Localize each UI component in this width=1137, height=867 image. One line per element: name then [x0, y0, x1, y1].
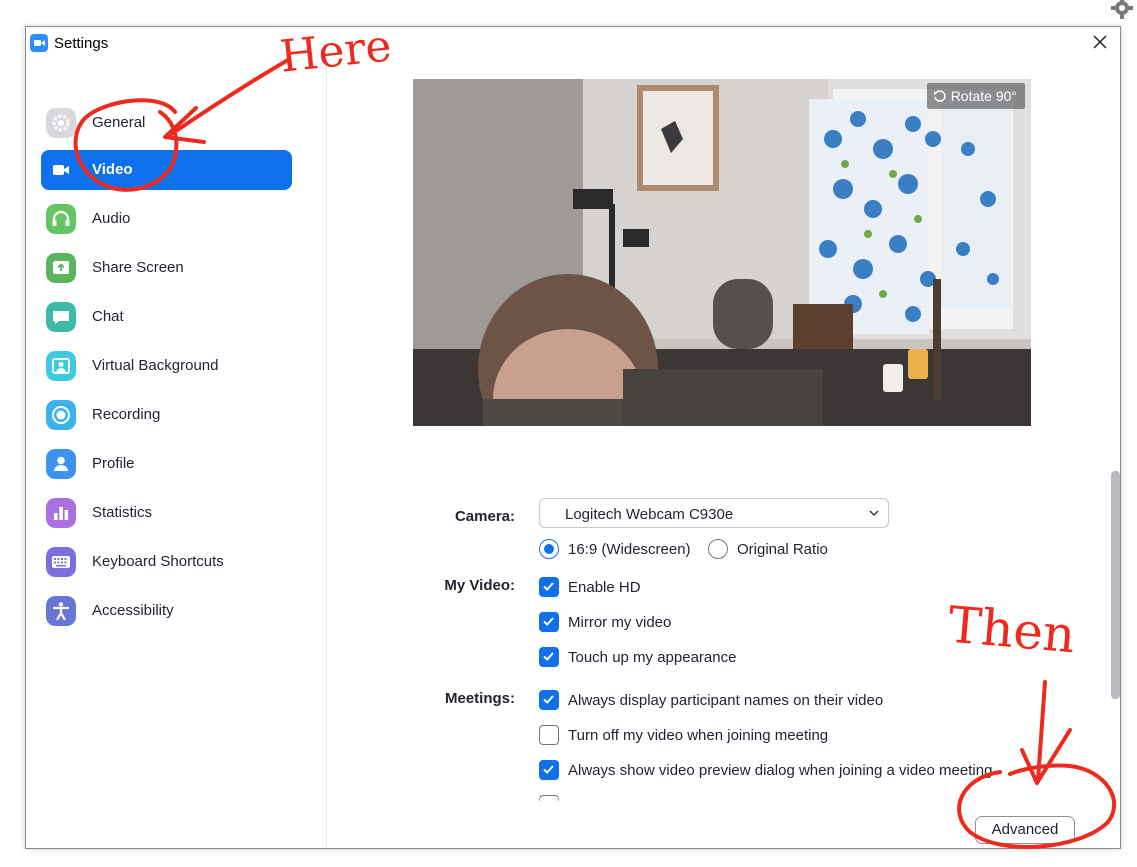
rotate-icon	[933, 90, 946, 102]
sidebar-item-chat[interactable]: Chat	[41, 297, 292, 337]
camera-preview-image	[413, 79, 1031, 426]
rotate-90-button[interactable]: Rotate 90°	[926, 83, 1025, 109]
ratio-widescreen-radio[interactable]	[539, 539, 559, 559]
scrollbar-thumb[interactable]	[1111, 471, 1120, 699]
checkmark-icon	[543, 695, 554, 704]
zoom-app-icon	[30, 34, 48, 52]
advanced-button[interactable]: Advanced	[975, 816, 1075, 844]
sidebar-item-label: Accessibility	[92, 602, 174, 619]
sidebar-item-label: Profile	[92, 455, 135, 472]
ratio-original-label: Original Ratio	[737, 541, 828, 558]
scroll-fade	[528, 797, 1108, 811]
rotate-label: Rotate 90°	[950, 88, 1017, 104]
video-preview-dialog-label: Always show video preview dialog when jo…	[568, 762, 993, 779]
gear-icon	[46, 108, 76, 138]
sidebar-item-general[interactable]: General	[41, 103, 292, 143]
sidebar-item-label: Audio	[92, 210, 131, 227]
video-camera-icon	[53, 165, 69, 175]
turn-off-video-label: Turn off my video when joining meeting	[568, 727, 829, 744]
share-screen-icon	[46, 253, 76, 283]
screen: Settings General Video Audio Share Scree…	[0, 0, 1137, 867]
display-names-label: Always display participant names on thei…	[568, 692, 884, 709]
ratio-original-radio[interactable]	[708, 539, 728, 559]
camera-select[interactable]: Logitech Webcam C930e	[539, 498, 889, 528]
my-video-label: My Video:	[444, 577, 515, 594]
sidebar-item-label: Recording	[92, 406, 161, 423]
video-preview-dialog-checkbox[interactable]	[539, 760, 559, 780]
sidebar-item-keyboard-shortcuts[interactable]: Keyboard Shortcuts	[41, 542, 292, 582]
sidebar-item-video[interactable]: Video	[41, 150, 292, 190]
annotation-here: Here	[277, 20, 394, 83]
camera-select-value: Logitech Webcam C930e	[565, 506, 734, 523]
chevron-down-icon	[869, 510, 879, 516]
meetings-label: Meetings:	[444, 690, 515, 707]
mirror-video-label: Mirror my video	[568, 614, 672, 631]
portrait-icon	[46, 351, 76, 381]
title-bar: Settings	[26, 27, 1120, 59]
settings-window: Settings General Video Audio Share Scree…	[25, 26, 1121, 849]
sidebar-item-label: Keyboard Shortcuts	[92, 553, 224, 570]
bar-chart-icon	[46, 498, 76, 528]
headphones-icon	[46, 204, 76, 234]
person-icon	[46, 449, 76, 479]
touch-up-label: Touch up my appearance	[568, 649, 737, 666]
camera-label: Camera:	[454, 508, 515, 525]
chat-bubble-icon	[46, 302, 76, 332]
display-names-checkbox[interactable]	[539, 690, 559, 710]
sidebar-item-statistics[interactable]: Statistics	[41, 493, 292, 533]
close-icon[interactable]	[1092, 34, 1108, 50]
sidebar-item-label: General	[92, 114, 146, 131]
accessibility-icon	[46, 596, 76, 626]
keyboard-icon	[46, 547, 76, 577]
scrollbar-track	[1109, 59, 1120, 848]
gear-icon[interactable]	[1110, 0, 1134, 20]
checkmark-icon	[543, 652, 554, 661]
touch-up-checkbox[interactable]	[539, 647, 559, 667]
window-title: Settings	[54, 35, 109, 52]
mirror-video-checkbox[interactable]	[539, 612, 559, 632]
turn-off-video-checkbox[interactable]	[539, 725, 559, 745]
sidebar-item-recording[interactable]: Recording	[41, 395, 292, 435]
sidebar-item-label: Chat	[92, 308, 124, 325]
sidebar-item-profile[interactable]: Profile	[41, 444, 292, 484]
checkmark-icon	[543, 617, 554, 626]
sidebar-item-label: Share Screen	[92, 259, 184, 276]
checkmark-icon	[543, 765, 554, 774]
sidebar-item-label: Video	[92, 161, 133, 178]
sidebar-item-label: Statistics	[92, 504, 153, 521]
sidebar-item-virtual-background[interactable]: Virtual Background	[41, 346, 292, 386]
sidebar-item-accessibility[interactable]: Accessibility	[41, 591, 292, 631]
sidebar-item-share-screen[interactable]: Share Screen	[41, 248, 292, 288]
sidebar-item-label: Virtual Background	[92, 357, 219, 374]
sidebar-item-audio[interactable]: Audio	[41, 199, 292, 239]
enable-hd-checkbox[interactable]	[539, 577, 559, 597]
enable-hd-label: Enable HD	[568, 579, 641, 596]
ratio-widescreen-label: 16:9 (Widescreen)	[568, 541, 691, 558]
checkmark-icon	[543, 582, 554, 591]
settings-sidebar: General Video Audio Share Screen Chat Vi…	[26, 59, 327, 848]
camera-preview: Rotate 90°	[413, 79, 1031, 426]
record-icon	[46, 400, 76, 430]
annotation-then: Then	[945, 595, 1078, 665]
video-settings-panel: Rotate 90° Camera: Logitech Webcam C930e…	[328, 59, 1120, 848]
